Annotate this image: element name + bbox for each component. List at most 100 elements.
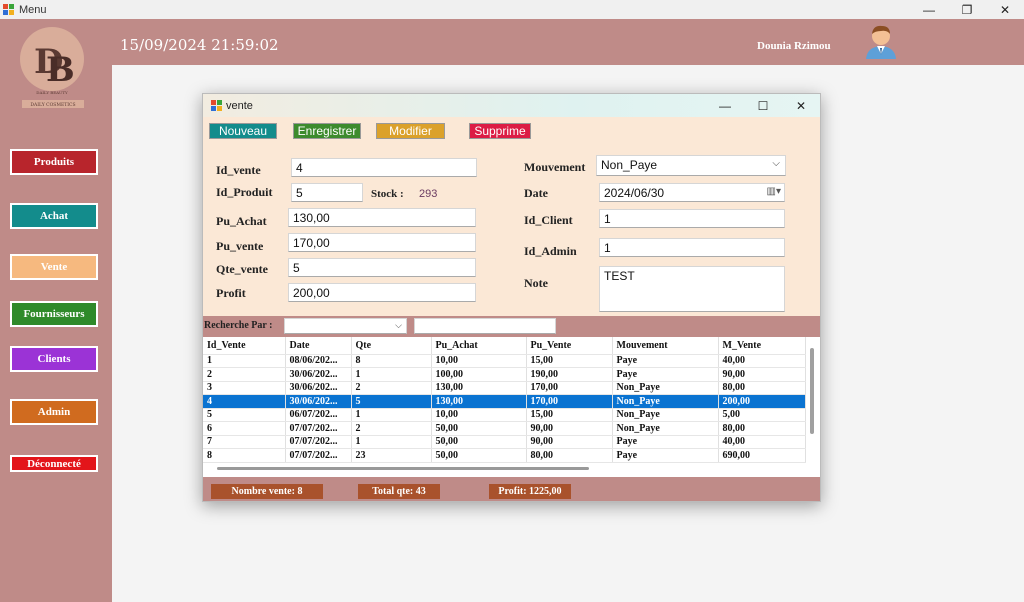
table-cell: Paye xyxy=(612,435,719,449)
table-row[interactable]: 7 07/07/202... 1 50,00 90,00 Paye 40,00 xyxy=(203,435,806,449)
table-cell: 90,00 xyxy=(526,435,613,449)
table-row[interactable]: 8 07/07/202... 23 50,00 80,00 Paye 690,00 xyxy=(203,448,806,463)
search-input[interactable] xyxy=(414,318,556,334)
table-cell: 30/06/202... xyxy=(285,367,352,382)
table-cell: 2 xyxy=(351,421,432,436)
modifier-button[interactable]: Modifier xyxy=(376,123,445,139)
maximize-button[interactable]: ❐ xyxy=(948,0,986,19)
enregistrer-button[interactable]: Enregistrer xyxy=(293,123,361,139)
table-cell: 130,00 xyxy=(431,381,527,395)
app-icon xyxy=(3,3,15,16)
table-row[interactable]: 3 30/06/202... 2 130,00 170,00 Non_Paye 80,00 xyxy=(203,381,806,395)
vertical-scrollbar[interactable] xyxy=(810,348,814,434)
dialog-titlebar: vente — ☐ ✕ xyxy=(203,94,820,117)
table-cell: 200,00 xyxy=(718,394,806,409)
nouveau-button[interactable]: Nouveau xyxy=(209,123,277,139)
table-cell: 5 xyxy=(203,408,286,422)
table-cell: 40,00 xyxy=(718,354,806,368)
table-row[interactable]: 2 30/06/202... 1 100,00 190,00 Paye 90,00 xyxy=(203,367,806,382)
close-button[interactable]: ✕ xyxy=(986,0,1024,19)
dialog-close-button[interactable]: ✕ xyxy=(782,94,820,117)
table-row[interactable]: 4 30/06/202... 5 130,00 170,00 Non_Paye 200,00 xyxy=(203,394,806,409)
table-cell: 130,00 xyxy=(431,394,527,409)
dialog-maximize-button[interactable]: ☐ xyxy=(744,94,782,117)
column-header[interactable]: M_Vente xyxy=(718,337,806,355)
pu-vente-label: Pu_vente xyxy=(216,239,264,253)
column-header[interactable]: Pu_Achat xyxy=(431,337,527,355)
id-client-label: Id_Client xyxy=(524,213,573,227)
table-cell: 4 xyxy=(203,394,286,409)
table-cell: 1 xyxy=(351,408,432,422)
search-criteria-select[interactable]: ⌵ xyxy=(284,318,407,334)
table-cell: 8 xyxy=(203,448,286,463)
table-cell: 07/07/202... xyxy=(285,448,352,463)
sidebar-item-clients[interactable]: Clients xyxy=(10,346,98,372)
sidebar-item-produits[interactable]: Produits xyxy=(10,149,98,175)
table-cell: 15,00 xyxy=(526,408,613,422)
username: Dounia Rzimou xyxy=(757,40,831,52)
column-header[interactable]: Id_Vente xyxy=(203,337,286,355)
sidebar-item-achat[interactable]: Achat xyxy=(10,203,98,229)
profit-label: Profit xyxy=(216,286,246,300)
logout-button[interactable]: Déconnecté xyxy=(10,455,98,472)
sidebar: D B DAILY BEAUTY DAILY COSMETICS Produit… xyxy=(0,19,112,602)
column-header[interactable]: Mouvement xyxy=(612,337,719,355)
id-admin-field[interactable]: 1 xyxy=(599,238,785,257)
pu-achat-field[interactable]: 130,00 xyxy=(288,208,476,227)
table-cell: 5,00 xyxy=(718,408,806,422)
profit-field[interactable]: 200,00 xyxy=(288,283,476,302)
table-cell: 90,00 xyxy=(526,421,613,436)
id-produit-label: Id_Produit xyxy=(216,185,273,199)
qte-vente-field[interactable]: 5 xyxy=(288,258,476,277)
chevron-down-icon: ⌵ xyxy=(772,158,780,169)
table-cell: 80,00 xyxy=(718,421,806,436)
table-cell: 80,00 xyxy=(718,381,806,395)
sidebar-item-fournisseurs[interactable]: Fournisseurs xyxy=(10,301,98,327)
horizontal-scrollbar[interactable] xyxy=(217,467,589,470)
table-cell: 1 xyxy=(351,367,432,382)
id-produit-field[interactable]: 5 xyxy=(291,183,363,202)
note-textarea[interactable]: TEST xyxy=(599,266,785,312)
table-cell: 50,00 xyxy=(431,435,527,449)
id-client-field[interactable]: 1 xyxy=(599,209,785,228)
table-cell: Paye xyxy=(612,354,719,368)
table-cell: Non_Paye xyxy=(612,381,719,395)
date-picker[interactable]: 2024/06/30 ▥▾ xyxy=(599,183,785,202)
supprime-button[interactable]: Supprime xyxy=(469,123,531,139)
profit-stat: Profit: 1225,00 xyxy=(489,484,571,499)
dialog-app-icon xyxy=(211,100,222,111)
table-row[interactable]: 1 08/06/202... 8 10,00 15,00 Paye 40,00 xyxy=(203,354,806,368)
stock-value: 293 xyxy=(419,188,438,200)
mouvement-value: Non_Paye xyxy=(601,158,658,172)
column-header[interactable]: Pu_Vente xyxy=(526,337,613,355)
nombre-vente-stat: Nombre vente: 8 xyxy=(211,484,323,499)
dialog-minimize-button[interactable]: — xyxy=(706,94,744,117)
search-bar: Recherche Par : ⌵ xyxy=(203,316,820,337)
qte-vente-label: Qte_vente xyxy=(216,262,268,276)
table-cell: 07/07/202... xyxy=(285,421,352,436)
id-admin-label: Id_Admin xyxy=(524,244,577,258)
mouvement-select[interactable]: Non_Paye ⌵ xyxy=(596,155,786,176)
table-cell: 50,00 xyxy=(431,448,527,463)
column-header[interactable]: Date xyxy=(285,337,352,355)
mouvement-label: Mouvement xyxy=(524,160,586,174)
table-cell: Non_Paye xyxy=(612,421,719,436)
table-cell: 10,00 xyxy=(431,354,527,368)
date-label: Date xyxy=(524,186,548,200)
logo-text-bottom: DAILY COSMETICS xyxy=(30,102,75,108)
table-cell: 50,00 xyxy=(431,421,527,436)
table-cell: 2 xyxy=(351,381,432,395)
ventes-table: Id_Vente Date Qte Pu_Achat Pu_Vente Mouvement… xyxy=(203,337,820,477)
table-row[interactable]: 6 07/07/202... 2 50,00 90,00 Non_Paye 80,00 xyxy=(203,421,806,436)
table-row[interactable]: 5 06/07/202... 1 10,00 15,00 Non_Paye 5,00 xyxy=(203,408,806,422)
pu-vente-field[interactable]: 170,00 xyxy=(288,233,476,252)
table-cell: 7 xyxy=(203,435,286,449)
id-vente-field[interactable]: 4 xyxy=(291,158,477,177)
dialog-title: vente xyxy=(226,99,253,112)
table-cell: Non_Paye xyxy=(612,408,719,422)
column-header[interactable]: Qte xyxy=(351,337,432,355)
minimize-button[interactable]: — xyxy=(910,0,948,19)
sidebar-item-vente[interactable]: Vente xyxy=(10,254,98,280)
stock-label: Stock : xyxy=(371,188,404,200)
sidebar-item-admin[interactable]: Admin xyxy=(10,399,98,425)
